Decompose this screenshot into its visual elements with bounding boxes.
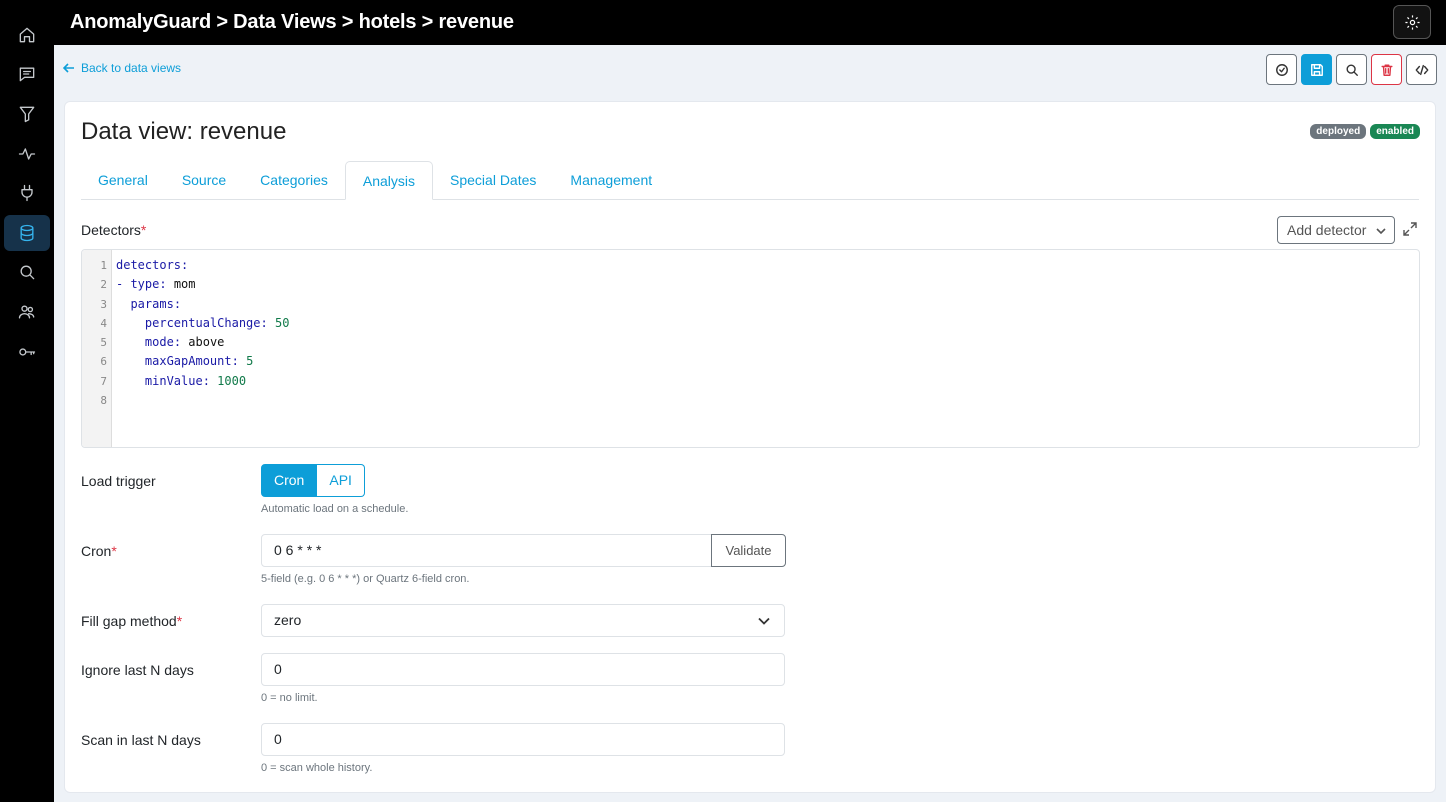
tab-bar: General Source Categories Analysis Speci… (81, 161, 1419, 200)
search-icon (20, 265, 35, 280)
back-link-label: Back to data views (81, 61, 182, 75)
sidebar-item-filters[interactable] (4, 96, 50, 132)
data-view-card: Data view: revenue deployed enabled Gene… (64, 101, 1436, 793)
code-line: minValue: 1000 (144, 373, 247, 388)
code-view-button[interactable] (1406, 54, 1437, 85)
gear-icon (1404, 14, 1420, 30)
sidebar-item-api-keys[interactable] (4, 334, 50, 370)
settings-button[interactable] (1393, 5, 1431, 39)
sidebar-item-activity[interactable] (4, 136, 50, 172)
cron-help: 5-field (e.g. 0 6 * * *) or Quartz 6-fie… (261, 573, 470, 585)
add-detector-dropdown[interactable]: Add detector (1277, 216, 1395, 244)
users-icon (18, 305, 35, 319)
load-trigger-label: Load trigger (81, 473, 156, 489)
code-icon (1415, 64, 1428, 75)
load-trigger-help: Automatic load on a schedule. (261, 503, 409, 515)
code-line: mode: above (144, 335, 225, 350)
status-badges: deployed enabled (1310, 124, 1420, 139)
trash-icon (1380, 63, 1393, 76)
check-circle-icon (1275, 63, 1288, 76)
scan-last-help: 0 = scan whole history. (261, 762, 373, 774)
line-number: 3 (100, 297, 107, 311)
detectors-label: Detectors* (81, 222, 147, 238)
key-icon (19, 348, 36, 356)
code-line: maxGapAmount: 5 (144, 354, 254, 369)
validate-cron-button[interactable]: Validate (711, 534, 786, 567)
tab-source[interactable]: Source (165, 161, 243, 200)
code-line: - type: mom (116, 277, 196, 292)
add-detector-label: Add detector (1287, 222, 1367, 238)
load-trigger-toggle: Cron API (261, 464, 365, 497)
code-line: params: (130, 296, 182, 311)
cron-input[interactable]: 0 6 * * * (261, 534, 712, 567)
sidebar-item-users[interactable] (4, 294, 50, 330)
chat-icon (19, 67, 35, 82)
line-number: 2 (100, 278, 107, 292)
expand-icon (1403, 222, 1417, 236)
ignore-last-input[interactable]: 0 (261, 653, 785, 686)
code-line: percentualChange: 50 (144, 315, 290, 330)
line-number: 4 (100, 316, 107, 330)
line-number: 7 (100, 374, 107, 388)
tab-categories[interactable]: Categories (243, 161, 345, 200)
save-button[interactable] (1301, 54, 1332, 85)
cron-label: Cron* (81, 543, 117, 559)
scan-last-input[interactable]: 0 (261, 723, 785, 756)
status-badge-deployed: deployed (1310, 124, 1367, 139)
load-trigger-api-button[interactable]: API (317, 464, 365, 497)
save-icon (1310, 63, 1323, 76)
database-icon (20, 224, 34, 242)
line-number: 1 (100, 259, 107, 272)
action-toolbar (1266, 54, 1437, 85)
sidebar (0, 0, 54, 802)
delete-button[interactable] (1371, 54, 1402, 85)
tab-analysis[interactable]: Analysis (344, 161, 434, 200)
back-link[interactable]: Back to data views (63, 61, 181, 75)
expand-editor-button[interactable] (1403, 222, 1417, 236)
top-bar: AnomalyGuard > Data Views > hotels > rev… (54, 0, 1446, 45)
status-badge-enabled: enabled (1370, 124, 1420, 139)
line-number: 5 (100, 336, 107, 350)
sidebar-item-search[interactable] (4, 254, 50, 290)
sidebar-item-home[interactable] (4, 17, 50, 53)
sidebar-item-connectors[interactable] (4, 175, 50, 211)
chevron-down-icon (1376, 228, 1386, 235)
tab-general[interactable]: General (81, 161, 165, 200)
fill-gap-value: zero (274, 612, 302, 628)
scan-last-label: Scan in last N days (81, 732, 201, 748)
sidebar-item-data-views[interactable] (4, 215, 50, 251)
ignore-last-label: Ignore last N days (81, 662, 194, 678)
breadcrumb-title: AnomalyGuard > Data Views > hotels > rev… (70, 11, 514, 33)
load-trigger-cron-button[interactable]: Cron (261, 464, 318, 497)
validate-view-button[interactable] (1266, 54, 1297, 85)
preview-button[interactable] (1336, 54, 1367, 85)
fill-gap-label: Fill gap method* (81, 613, 183, 629)
sidebar-item-messages[interactable] (4, 56, 50, 92)
tab-management[interactable]: Management (553, 161, 669, 200)
ignore-last-help: 0 = no limit. (261, 692, 318, 704)
chevron-down-icon (758, 617, 770, 625)
activity-icon (18, 148, 36, 160)
detectors-code-editor[interactable]: 1 2 3 4 5 6 7 8 detectors: - type: mom p… (81, 249, 1420, 448)
search-icon (1345, 63, 1358, 76)
code-line: detectors: (116, 258, 189, 272)
fill-gap-select[interactable]: zero (261, 604, 785, 637)
filter-icon (19, 106, 35, 123)
line-number: 6 (100, 355, 107, 369)
line-number: 8 (100, 394, 107, 408)
editor-gutter: 1 2 3 4 5 6 7 8 (82, 250, 112, 447)
home-icon (19, 27, 35, 43)
plug-icon (21, 184, 33, 202)
tab-special-dates[interactable]: Special Dates (433, 161, 553, 200)
page-title: Data view: revenue (81, 118, 287, 145)
editor-code: detectors: - type: mom params: percentua… (116, 256, 289, 410)
arrow-left-icon (63, 63, 74, 73)
